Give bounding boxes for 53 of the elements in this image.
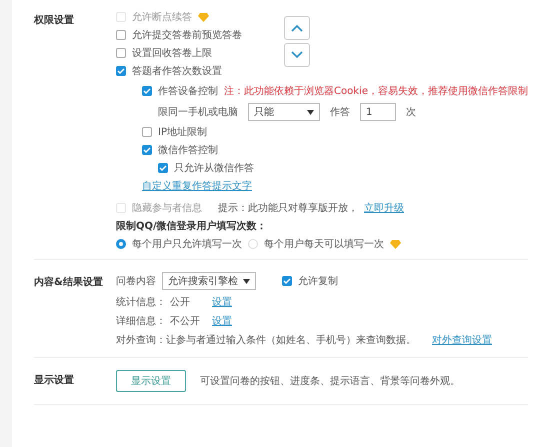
radio-label: 每个用户只允许填写一次 [132,238,242,251]
move-down-button[interactable] [284,43,310,67]
unit-label: 次 [406,106,416,119]
section-title: 内容&结果设置 [34,275,104,290]
radio-label: 每个用户每天可以填写一次 [264,238,384,251]
limit-title: 限制QQ/微信登录用户填写次数： [116,219,267,233]
checkbox[interactable] [142,145,152,155]
diamond-icon [198,12,210,22]
option-label: 隐藏参与者信息 [132,202,202,215]
info-value: 不公开 [170,315,202,328]
checkbox[interactable] [116,30,126,40]
option-label: 允许断点续答 [132,10,192,24]
times-select[interactable]: 只能 [248,103,320,121]
radio-button[interactable] [116,239,126,249]
display-settings-button[interactable]: 显示设置 [116,370,186,392]
chevron-up-icon [291,24,304,32]
warning-note: 注：此功能依赖于浏览器Cookie，容易失效，推荐使用微信作答限制 [224,84,528,98]
field-label: 作答 [330,106,350,119]
chevron-down-icon [291,51,304,59]
checkbox[interactable] [282,276,292,286]
query-settings-link[interactable]: 对外查询设置 [432,333,492,347]
caret-icon [307,110,314,114]
display-description: 可设置问卷的按钮、进度条、提示语言、背景等问卷外观。 [200,374,460,388]
checkbox[interactable] [116,48,126,58]
section-title: 权限设置 [34,14,76,28]
query-description: 对外查询：让参与者通过输入条件（如姓名、手机号）来查询数据。 [116,334,416,347]
move-up-button[interactable] [284,16,310,40]
info-label: 统计信息： [116,296,166,309]
custom-text-link[interactable]: 自定义重复作答提示文字 [142,179,252,193]
info-label: 详细信息： [116,314,166,328]
diamond-icon [390,240,402,248]
option-label: 微信作答控制 [158,144,218,157]
upgrade-tip: 提示：此功能只对尊享版开放， [218,202,358,215]
option-label: 允许提交答卷前预览答卷 [132,28,242,42]
field-label: 问卷内容 [116,274,156,288]
option-label: 设置回收答卷上限 [132,46,212,60]
option-label: IP地址限制 [158,126,208,139]
checkbox[interactable] [142,86,152,96]
settings-link[interactable]: 设置 [212,295,232,309]
field-label: 限同一手机或电脑 [158,106,238,119]
option-label: 允许复制 [298,274,338,288]
option-label: 只允许从微信作答 [174,162,254,175]
option-label: 作答设备控制 [158,84,218,98]
content-select[interactable]: 允许搜索引擎检 [162,272,256,290]
count-input[interactable]: 1 [360,103,396,121]
info-value: 公开 [170,296,192,309]
section-title: 显示设置 [34,374,76,388]
checkbox[interactable] [116,66,126,76]
caret-icon [243,278,250,284]
option-label: 答题者作答次数设置 [132,64,222,78]
settings-link[interactable]: 设置 [212,314,232,328]
checkbox[interactable] [142,127,152,137]
checkbox[interactable] [158,163,168,173]
